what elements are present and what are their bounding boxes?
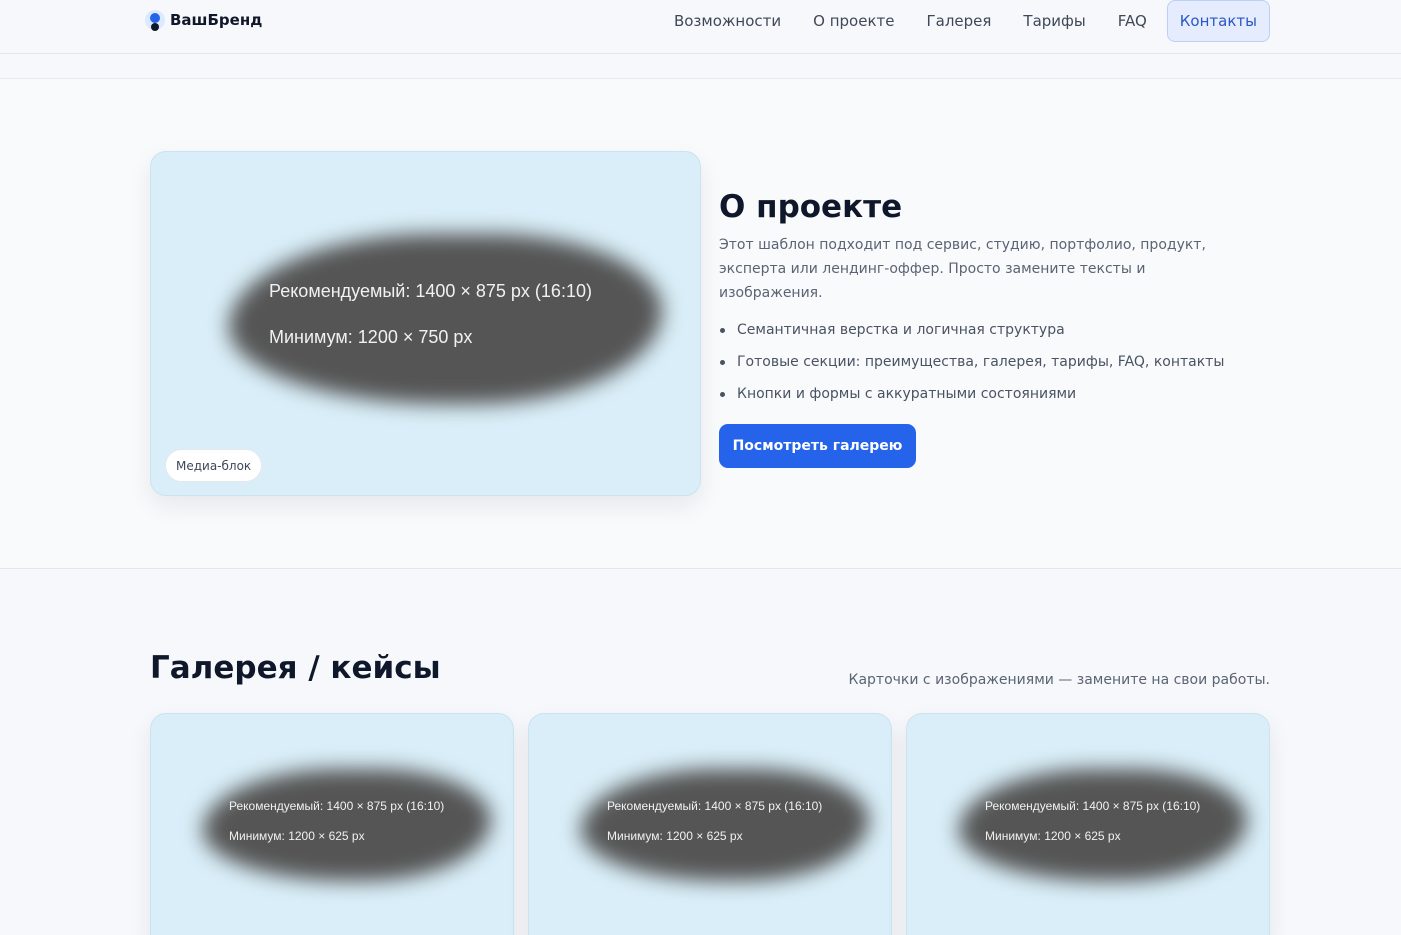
media-block: Рекомендуемый: 1400 × 875 px (16:10) Мин… [150, 151, 701, 496]
image-placeholder [229, 234, 662, 404]
nav-link-gallery[interactable]: Галерея [910, 1, 1007, 41]
about-description: Этот шаблон подходит под сервис, студию,… [719, 237, 1206, 301]
brand-name: ВашБренд [170, 11, 263, 29]
card-minimum-size: Минимум: 1200 × 625 px [985, 829, 1121, 843]
list-item: Кнопки и формы с аккуратными состояниями [719, 383, 1224, 415]
gallery-subtitle: Карточки с изображениями — замените на с… [848, 672, 1270, 688]
list-item: Семантичная верстка и логичная структура [719, 319, 1224, 351]
main-nav: Возможности О проекте Галерея Тарифы FAQ… [658, 0, 1270, 42]
feature-list: Семантичная верстка и логичная структура… [719, 319, 1224, 415]
nav-link-faq[interactable]: FAQ [1102, 1, 1163, 41]
media-minimum-size: Минимум: 1200 × 750 px [269, 327, 473, 347]
image-placeholder [203, 769, 491, 881]
brand-logo[interactable]: ВашБренд [145, 8, 262, 32]
card-minimum-size: Минимум: 1200 × 625 px [229, 829, 365, 843]
gallery-card[interactable]: Рекомендуемый: 1400 × 875 px (16:10) Мин… [528, 713, 892, 935]
view-gallery-button[interactable]: Посмотреть галерею [719, 424, 916, 468]
card-recommended-size: Рекомендуемый: 1400 × 875 px (16:10) [985, 799, 1201, 813]
gallery-title: Галерея / кейсы [150, 650, 441, 686]
list-item: Готовые секции: преимущества, галерея, т… [719, 351, 1224, 383]
nav-link-contacts[interactable]: Контакты [1166, 0, 1270, 42]
nav-link-pricing[interactable]: Тарифы [1007, 1, 1101, 41]
card-recommended-size: Рекомендуемый: 1400 × 875 px (16:10) [607, 799, 823, 813]
card-minimum-size: Минимум: 1200 × 625 px [607, 829, 743, 843]
nav-link-about[interactable]: О проекте [797, 1, 910, 41]
nav-link-features[interactable]: Возможности [658, 1, 797, 41]
image-placeholder [581, 769, 869, 881]
brand-logo-icon [145, 9, 165, 31]
media-badge: Медиа-блок [165, 449, 263, 482]
gallery-card[interactable]: Рекомендуемый: 1400 × 875 px (16:10) Мин… [906, 713, 1270, 935]
about-title: О проекте [719, 189, 903, 225]
card-recommended-size: Рекомендуемый: 1400 × 875 px (16:10) [229, 799, 445, 813]
image-placeholder [959, 769, 1247, 881]
site-header: ВашБренд Возможности О проекте Галерея Т… [0, 0, 1401, 54]
about-section: Рекомендуемый: 1400 × 875 px (16:10) Мин… [0, 79, 1401, 569]
media-recommended-size: Рекомендуемый: 1400 × 875 px (16:10) [269, 281, 592, 301]
gallery-card[interactable]: Рекомендуемый: 1400 × 875 px (16:10) Мин… [150, 713, 514, 935]
